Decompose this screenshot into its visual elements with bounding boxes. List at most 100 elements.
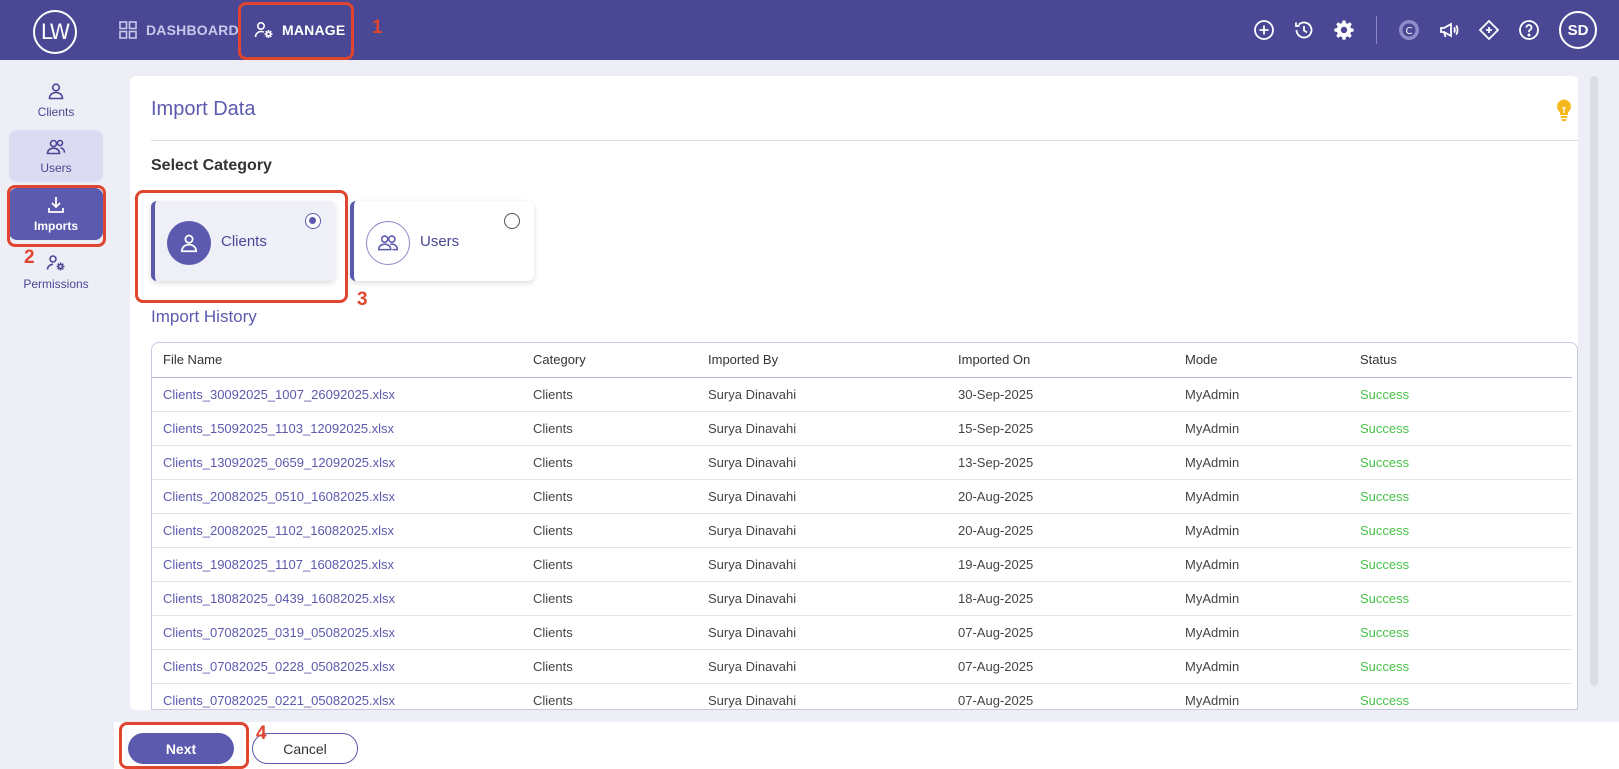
table-row: Clients_07082025_0221_05082025.xlsx Clien… — [152, 683, 1572, 709]
file-name-cell[interactable]: Clients_20082025_1102_16082025.xlsx — [152, 513, 522, 548]
category-cell: Clients — [522, 479, 697, 514]
category-radio-clients[interactable] — [305, 213, 321, 229]
mode-cell: MyAdmin — [1174, 479, 1349, 514]
status-cell: Success — [1349, 479, 1572, 514]
sidebar-item-label: Imports — [33, 219, 78, 233]
dashboard-icon — [119, 21, 137, 39]
avatar[interactable]: SD — [1559, 11, 1597, 49]
annotation-number-4: 4 — [256, 723, 267, 744]
announcement-icon[interactable] — [1435, 16, 1463, 44]
file-name-cell[interactable]: Clients_07082025_0228_05082025.xlsx — [152, 649, 522, 684]
user-settings-icon — [46, 255, 65, 271]
diamond-icon[interactable] — [1475, 16, 1503, 44]
category-cell: Clients — [522, 445, 697, 480]
imported-by-cell: Surya Dinavahi — [697, 411, 947, 446]
sidebar-item-users[interactable]: Users — [9, 130, 103, 182]
cancel-button[interactable]: Cancel — [252, 733, 358, 764]
category-cell: Clients — [522, 513, 697, 548]
category-cell: Clients — [522, 547, 697, 582]
history-icon[interactable] — [1290, 16, 1318, 44]
table-row: Clients_19082025_1107_16082025.xlsx Clien… — [152, 547, 1572, 582]
imported-on-cell: 20-Aug-2025 — [947, 513, 1174, 548]
settings-icon[interactable] — [1330, 16, 1358, 44]
file-name-cell[interactable]: Clients_20082025_0510_16082025.xlsx — [152, 479, 522, 514]
nav-manage[interactable]: MANAGE — [254, 0, 345, 60]
status-cell: Success — [1349, 683, 1572, 709]
status-cell: Success — [1349, 581, 1572, 616]
category-cell: Clients — [522, 581, 697, 616]
category-cell: Clients — [522, 649, 697, 684]
users-icon — [366, 221, 410, 265]
annotation-number-3: 3 — [357, 289, 368, 310]
status-cell: Success — [1349, 445, 1572, 480]
imported-on-cell: 18-Aug-2025 — [947, 581, 1174, 616]
category-card-users[interactable]: Users — [350, 201, 534, 281]
import-history-label: Import History — [151, 307, 257, 326]
annotation-number-1: 1 — [372, 17, 383, 38]
file-name-cell[interactable]: Clients_15092025_1103_12092025.xlsx — [152, 411, 522, 446]
imported-on-cell: 13-Sep-2025 — [947, 445, 1174, 480]
file-name-cell[interactable]: Clients_30092025_1007_26092025.xlsx — [152, 377, 522, 412]
add-icon[interactable] — [1250, 16, 1278, 44]
column-header-category[interactable]: Category — [522, 343, 697, 378]
column-header-mode[interactable]: Mode — [1174, 343, 1349, 378]
status-cell: Success — [1349, 513, 1572, 548]
column-header-status[interactable]: Status — [1349, 343, 1572, 378]
help-icon[interactable] — [1515, 16, 1543, 44]
table-header-row: File Name Category Imported By Imported … — [152, 343, 1572, 378]
mode-cell: MyAdmin — [1174, 649, 1349, 684]
import-history-table: File Name Category Imported By Imported … — [151, 342, 1578, 710]
imported-on-cell: 07-Aug-2025 — [947, 683, 1174, 709]
status-cell: Success — [1349, 377, 1572, 412]
user-icon — [48, 83, 64, 100]
sidebar-item-imports[interactable]: Imports — [9, 188, 103, 240]
imported-by-cell: Surya Dinavahi — [697, 377, 947, 412]
nav-dashboard-label: DASHBOARD — [146, 22, 239, 38]
column-header-imported-on[interactable]: Imported On — [947, 343, 1174, 378]
users-icon — [46, 139, 66, 155]
table-row: Clients_20082025_0510_16082025.xlsx Clien… — [152, 479, 1572, 514]
category-cell: Clients — [522, 615, 697, 650]
annotation-number-2: 2 — [24, 247, 35, 268]
toolbar-divider — [1376, 16, 1377, 44]
scrollbar[interactable] — [1590, 76, 1598, 686]
file-name-cell[interactable]: Clients_07082025_0221_05082025.xlsx — [152, 683, 522, 709]
table-row: Clients_15092025_1103_12092025.xlsx Clien… — [152, 411, 1572, 446]
table-row: Clients_13092025_0659_12092025.xlsx Clien… — [152, 445, 1572, 480]
file-name-cell[interactable]: Clients_13092025_0659_12092025.xlsx — [152, 445, 522, 480]
file-name-cell[interactable]: Clients_19082025_1107_16082025.xlsx — [152, 547, 522, 582]
mode-cell: MyAdmin — [1174, 411, 1349, 446]
table-row: Clients_07082025_0319_05082025.xlsx Clien… — [152, 615, 1572, 650]
download-icon — [48, 197, 64, 213]
nav-manage-label: MANAGE — [282, 22, 346, 38]
category-radio-users[interactable] — [504, 213, 520, 229]
mode-cell: MyAdmin — [1174, 683, 1349, 709]
svg-text:C: C — [1406, 26, 1413, 37]
file-name-cell[interactable]: Clients_07082025_0319_05082025.xlsx — [152, 615, 522, 650]
column-header-file-name[interactable]: File Name — [152, 343, 522, 378]
next-button[interactable]: Next — [128, 733, 234, 764]
table-row: Clients_07082025_0228_05082025.xlsx Clien… — [152, 649, 1572, 684]
category-label: Clients — [221, 233, 267, 250]
imported-by-cell: Surya Dinavahi — [697, 683, 947, 709]
nav-dashboard[interactable]: DASHBOARD — [118, 0, 239, 60]
imported-by-cell: Surya Dinavahi — [697, 445, 947, 480]
user-icon — [167, 221, 211, 265]
logo[interactable]: LW — [33, 10, 77, 54]
imported-by-cell: Surya Dinavahi — [697, 615, 947, 650]
column-header-imported-by[interactable]: Imported By — [697, 343, 947, 378]
top-nav-bar: LW DASHBOARD MANAGE C SD — [0, 0, 1619, 60]
title-divider — [151, 140, 1578, 141]
category-label: Users — [420, 233, 460, 250]
file-name-cell[interactable]: Clients_18082025_0439_16082025.xlsx — [152, 581, 522, 616]
table-row: Clients_18082025_0439_16082025.xlsx Clien… — [152, 581, 1572, 616]
bulb-icon[interactable] — [1554, 98, 1574, 122]
sidebar-item-clients[interactable]: Clients — [9, 74, 103, 126]
mode-cell: MyAdmin — [1174, 615, 1349, 650]
category-cell: Clients — [522, 411, 697, 446]
table-row: Clients_20082025_1102_16082025.xlsx Clien… — [152, 513, 1572, 548]
status-cell: Success — [1349, 547, 1572, 582]
c-icon[interactable]: C — [1395, 16, 1423, 44]
category-card-clients[interactable]: Clients — [151, 201, 335, 281]
sidebar-item-label: Clients — [37, 105, 75, 119]
